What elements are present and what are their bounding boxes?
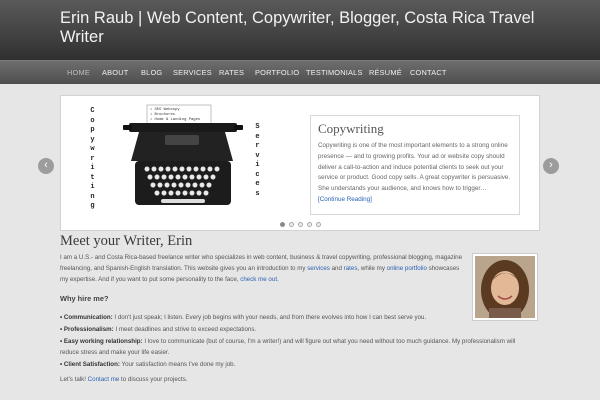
slider-dot-4[interactable]	[307, 222, 312, 227]
slide-title[interactable]: Copywriting	[318, 121, 512, 137]
slider-dot-2[interactable]	[289, 222, 294, 227]
nav-home[interactable]: HOME	[67, 61, 90, 84]
nav-blog[interactable]: BLOG	[141, 61, 162, 84]
check-me-out-link[interactable]: check me out	[240, 276, 277, 283]
main-nav: HOME ABOUT BLOG SERVICES RATES PORTFOLIO…	[0, 60, 600, 84]
services-link[interactable]: services	[307, 265, 330, 272]
author-photo-image	[475, 256, 535, 320]
nav-portfolio[interactable]: PORTFOLIO	[255, 61, 299, 84]
bullet-professionalism: • Professionalism: I meet deadlines and …	[60, 326, 257, 333]
slide-excerpt: Copywriting is one of the most important…	[318, 142, 511, 203]
nav-resume[interactable]: RÉSUMÉ	[369, 61, 402, 84]
intro-paragraph: I am a U.S.- and Costa Rica-based freela…	[60, 254, 463, 283]
nav-services[interactable]: SERVICES	[173, 61, 212, 84]
slider-prev-icon[interactable]: ‹	[38, 158, 54, 174]
rates-link[interactable]: rates	[344, 265, 358, 272]
typewriter-image[interactable]: Copywriting Services • SEO Webcopy • Bro…	[65, 99, 300, 222]
bullet-client-satisfaction: • Client Satisfaction: Your satisfaction…	[60, 361, 236, 368]
slider-dot-1[interactable]	[280, 222, 285, 227]
nav-rates[interactable]: RATES	[219, 61, 244, 84]
nav-testimonials[interactable]: TESTIMONIALS	[306, 61, 363, 84]
typewriter-paper-text: • SEO Webcopy • Brochures • Home & Landi…	[150, 108, 201, 122]
slider-dot-3[interactable]	[298, 222, 303, 227]
portfolio-link[interactable]: online portfolio	[387, 265, 427, 272]
slider-dot-5[interactable]	[316, 222, 321, 227]
site-header: Erin Raub | Web Content, Copywriter, Blo…	[0, 0, 600, 60]
why-hire-heading: Why hire me?	[60, 294, 109, 303]
contact-me-link[interactable]: Contact me	[88, 376, 120, 383]
slider-next-icon[interactable]: ›	[543, 158, 559, 174]
bullet-communication: • Communication: I don't just speak; I l…	[60, 314, 427, 321]
slide-caption-panel: Copywriting Copywriting is one of the mo…	[310, 115, 520, 215]
nav-about[interactable]: ABOUT	[102, 61, 128, 84]
nav-contact[interactable]: CONTACT	[410, 61, 447, 84]
bullet-easy-working: • Easy working relationship: I love to c…	[60, 338, 516, 356]
closing-line: Let's talk! Contact me to discuss your p…	[60, 376, 188, 383]
page-title: Meet your Writer, Erin	[60, 233, 193, 249]
author-photo	[472, 253, 538, 321]
site-title[interactable]: Erin Raub | Web Content, Copywriter, Blo…	[60, 9, 540, 47]
continue-reading-link[interactable]: [Continue Reading]	[318, 196, 372, 203]
